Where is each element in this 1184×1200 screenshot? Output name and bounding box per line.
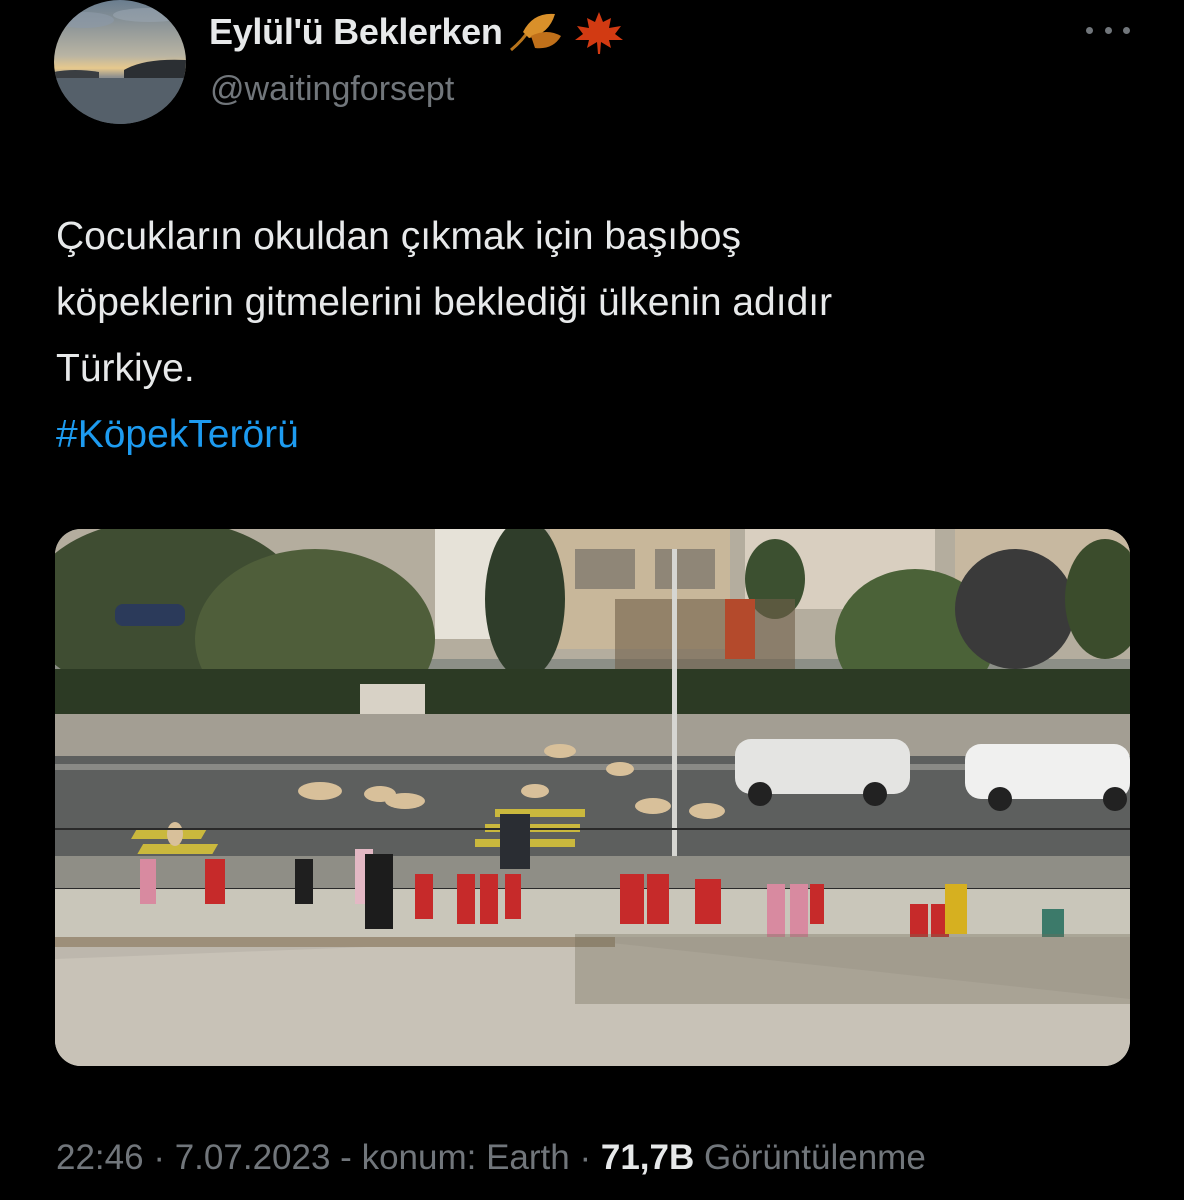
tweet-text: Çocukların okuldan çıkmak için başıboş k… xyxy=(56,204,1136,468)
user-handle[interactable]: @waitingforsept xyxy=(210,70,454,109)
display-name-text: Eylül'ü Beklerken xyxy=(209,11,503,52)
more-options-icon[interactable] xyxy=(1086,20,1130,40)
hashtag-link[interactable]: #KöpekTerörü xyxy=(56,402,1136,468)
avatar-image xyxy=(54,0,186,124)
views-label[interactable]: Görüntülenme xyxy=(704,1138,926,1177)
location: Earth xyxy=(486,1138,570,1177)
location-prefix: konum: xyxy=(361,1138,477,1177)
tweet-line: Çocukların okuldan çıkmak için başıboş xyxy=(56,215,741,258)
tweet-line: köpeklerin gitmelerini beklediği ülkenin… xyxy=(56,281,833,324)
separator-dot: · xyxy=(579,1138,601,1177)
photo-icon xyxy=(55,529,1130,1066)
tweet-time[interactable]: 22:46 xyxy=(56,1138,144,1177)
display-name[interactable]: Eylül'ü Beklerken xyxy=(209,10,627,54)
tweet-date[interactable]: 7.07.2023 xyxy=(175,1138,331,1177)
separator-dot: · xyxy=(153,1138,175,1177)
fallen-leaf-icon xyxy=(509,13,561,52)
avatar[interactable] xyxy=(54,0,186,124)
views-count[interactable]: 71,7B xyxy=(601,1138,694,1177)
tweet-photo[interactable] xyxy=(55,529,1130,1066)
separator-dash: - xyxy=(340,1138,362,1177)
tweet-meta: 22:46 · 7.07.2023 - konum: Earth · 71,7B… xyxy=(56,1138,926,1178)
maple-leaf-icon xyxy=(574,12,623,54)
tweet-line: Türkiye. xyxy=(56,347,195,390)
